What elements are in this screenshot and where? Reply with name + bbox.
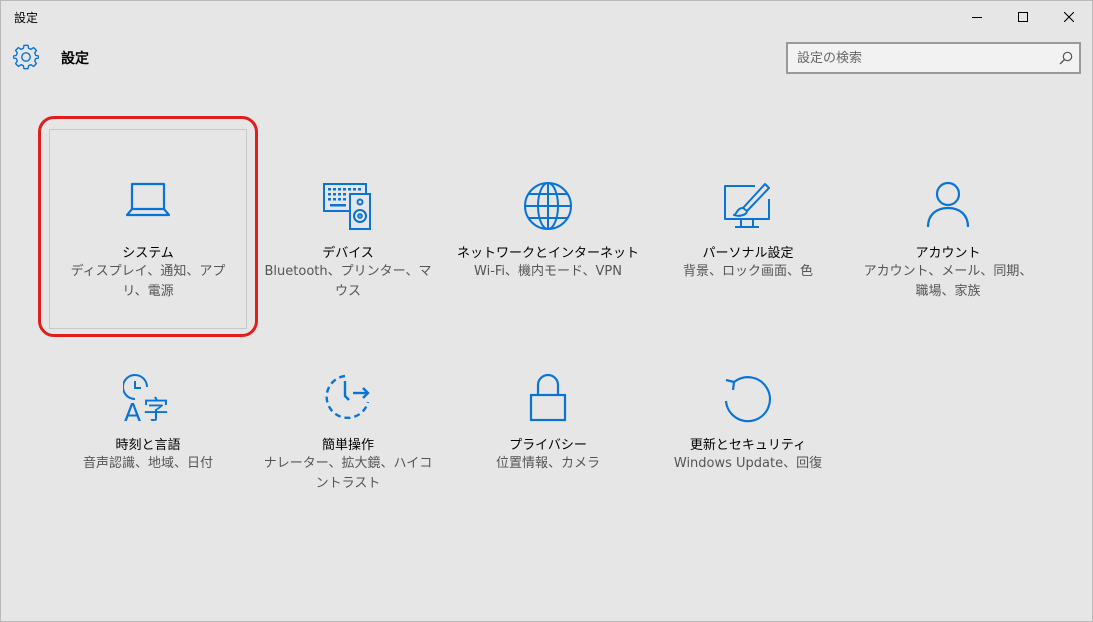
- ease-of-access-icon: [323, 373, 373, 423]
- tile-description: Wi-Fi、機内モード、VPN: [474, 264, 622, 279]
- tile-accounts[interactable]: アカウント アカウント、メール、同期、職場、家族: [849, 129, 1047, 329]
- tile-update-security[interactable]: 更新とセキュリティ Windows Update、回復: [649, 321, 847, 521]
- svg-text:A: A: [124, 398, 141, 423]
- refresh-icon: [723, 373, 773, 423]
- tile-label: デバイス: [322, 246, 374, 261]
- tile-privacy[interactable]: プライバシー 位置情報、カメラ: [449, 321, 647, 521]
- search-box[interactable]: [786, 42, 1081, 74]
- close-icon: [1064, 12, 1074, 22]
- tile-devices[interactable]: デバイス Bluetooth、プリンター、マウス: [249, 129, 447, 329]
- settings-window: 設定 設定 設定の検索 システム ディスプレイ、通知、アプリ、電源 デバイス B…: [0, 0, 1093, 622]
- tile-label: 時刻と言語: [115, 438, 181, 453]
- tile-label: 更新とセキュリティ: [689, 438, 807, 453]
- tile-system[interactable]: システム ディスプレイ、通知、アプリ、電源: [49, 129, 247, 329]
- tile-label: プライバシー: [509, 438, 587, 453]
- tile-label: パーソナル設定: [702, 246, 794, 261]
- tile-ease-of-access[interactable]: 簡単操作 ナレーター、拡大鏡、ハイコントラスト: [249, 321, 447, 521]
- page-title: 設定: [61, 51, 89, 67]
- tile-description: ディスプレイ、通知、アプリ、電源: [70, 264, 226, 299]
- tile-time-language[interactable]: A 字 時刻と言語 音声認識、地域、日付: [49, 321, 247, 521]
- globe-icon: [523, 181, 573, 231]
- tile-description: Bluetooth、プリンター、マウス: [264, 264, 432, 299]
- search-icon[interactable]: [1059, 51, 1073, 65]
- tile-label: 簡単操作: [321, 438, 374, 453]
- maximize-icon: [1018, 12, 1028, 22]
- close-button[interactable]: [1046, 1, 1092, 33]
- tile-description: 位置情報、カメラ: [495, 456, 600, 471]
- maximize-button[interactable]: [1000, 1, 1046, 33]
- time-language-icon: A 字: [123, 373, 173, 423]
- tile-description: アカウント、メール、同期、職場、家族: [863, 264, 1033, 299]
- tile-description: Windows Update、回復: [673, 456, 823, 471]
- lock-icon: [523, 373, 573, 423]
- devices-icon: [323, 181, 373, 231]
- window-title: 設定: [14, 11, 39, 25]
- minimize-button[interactable]: [954, 1, 1000, 33]
- svg-text:字: 字: [143, 396, 169, 423]
- tile-network[interactable]: ネットワークとインターネット Wi-Fi、機内モード、VPN: [449, 129, 647, 329]
- person-icon: [923, 181, 973, 231]
- tile-personalization[interactable]: パーソナル設定 背景、ロック画面、色: [649, 129, 847, 329]
- tile-description: 背景、ロック画面、色: [682, 264, 813, 279]
- tile-label: ネットワークとインターネット: [456, 246, 639, 261]
- laptop-icon: [123, 181, 173, 231]
- tile-description: 音声認識、地域、日付: [82, 456, 213, 471]
- personalization-icon: [723, 181, 773, 231]
- minimize-icon: [972, 17, 982, 18]
- title-bar[interactable]: 設定: [1, 1, 1092, 33]
- gear-icon: [13, 44, 39, 70]
- tile-description: ナレーター、拡大鏡、ハイコントラスト: [263, 456, 433, 491]
- search-input[interactable]: [788, 44, 1048, 72]
- tile-label: システム: [122, 246, 174, 261]
- tile-label: アカウント: [915, 246, 981, 261]
